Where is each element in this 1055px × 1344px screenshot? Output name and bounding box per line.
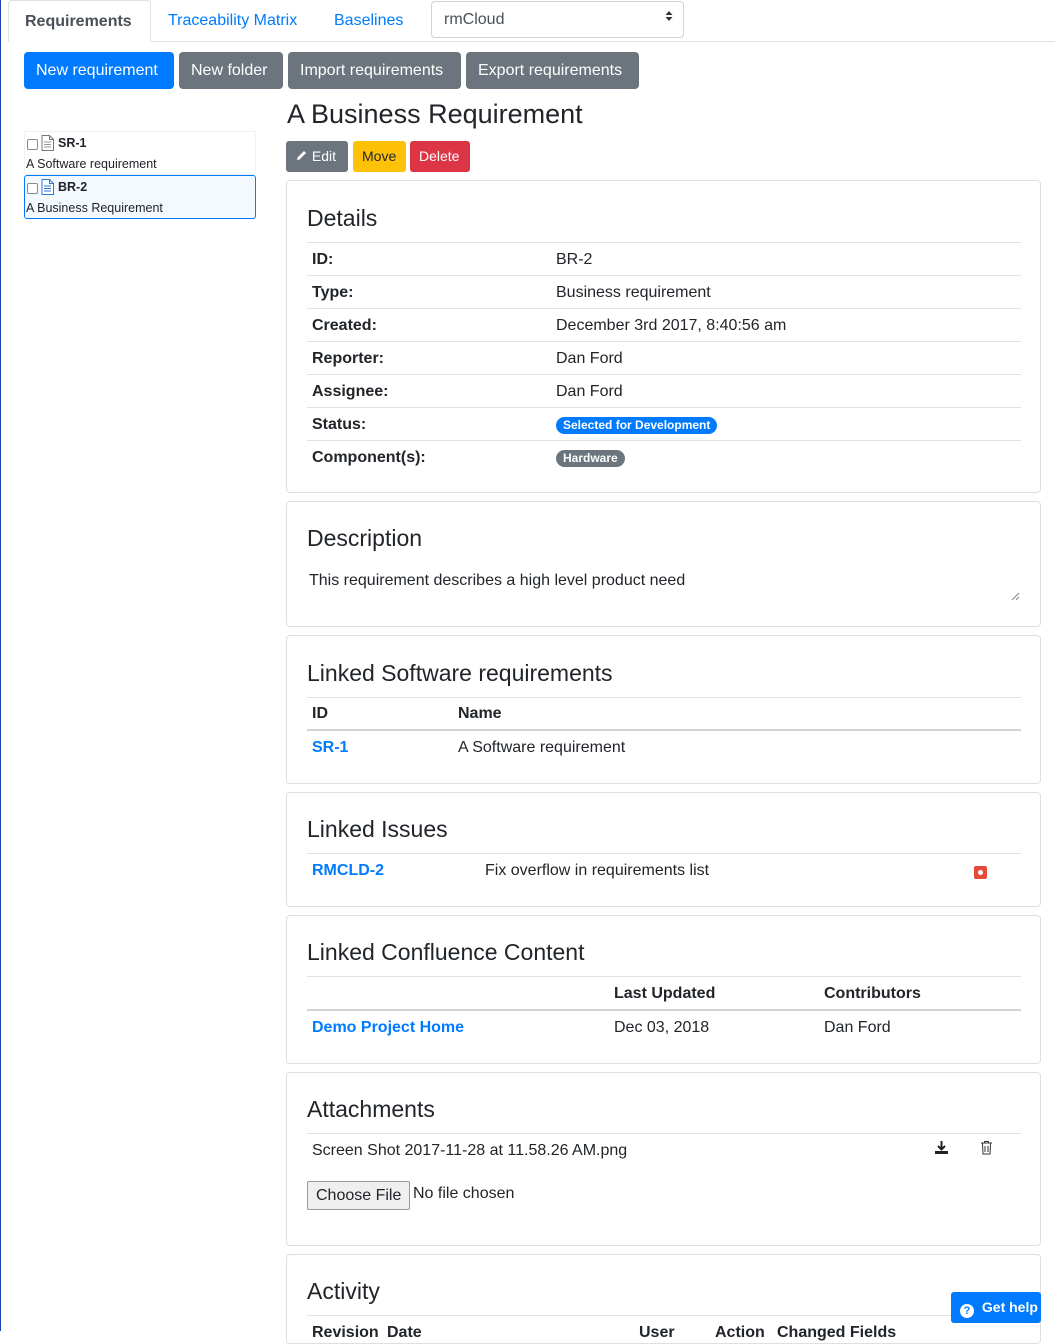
tree-item-checkbox[interactable] [27,139,38,150]
detail-value-type: Business requirement [556,284,711,301]
divider [307,697,1021,698]
description-textarea[interactable]: This requirement describes a high level … [309,572,685,590]
trash-icon[interactable] [980,1140,993,1160]
divider [307,374,1021,375]
tab-traceability-matrix[interactable]: Traceability Matrix [152,0,313,42]
activity-heading: Activity [307,1278,380,1304]
linked-confluence-heading: Linked Confluence Content [307,939,585,965]
get-help-button[interactable]: ? Get help [951,1292,1041,1323]
linked-confluence-card: Linked Confluence Content Last Updated C… [286,915,1041,1064]
confluence-contributors: Dan Ford [824,1019,891,1036]
linked-issues-card: Linked Issues RMCLD-2 Fix overflow in re… [286,792,1041,907]
attachments-heading: Attachments [307,1096,435,1122]
divider [307,440,1021,441]
status-badge: Selected for Development [556,417,718,434]
details-card: Details ID: BR-2 Type: Business requirem… [286,180,1041,493]
page-title: A Business Requirement [287,99,583,129]
new-folder-button[interactable]: New folder [179,52,283,89]
divider [307,1315,1021,1316]
download-icon[interactable] [934,1140,949,1160]
divider [307,275,1021,276]
export-requirements-button[interactable]: Export requirements [466,52,639,89]
detail-label-components: Component(s): [312,449,426,466]
issue-link[interactable]: RMCLD-2 [312,862,384,880]
tree-item-id: SR-1 [58,136,87,150]
divider [307,308,1021,309]
confluence-last-updated: Dec 03, 2018 [614,1019,710,1036]
resize-grip-icon[interactable] [1010,588,1020,601]
attachment-file-name: Screen Shot 2017-11-28 at 11.58.26 AM.pn… [312,1142,628,1159]
tree-item-name: A Software requirement [26,157,157,171]
tree-item-checkbox[interactable] [27,183,38,194]
divider [307,1009,1021,1011]
jira-issue-icon[interactable] [974,866,987,884]
tree-item-sr-1[interactable]: SR-1 A Software requirement [24,131,256,175]
column-header-action: Action [715,1324,765,1341]
detail-label-type: Type: [312,284,354,301]
confluence-page-link[interactable]: Demo Project Home [312,1019,464,1037]
detail-value-assignee: Dan Ford [556,383,623,400]
detail-label-created: Created: [312,317,377,334]
divider [307,976,1021,977]
description-card: Description This requirement describes a… [286,501,1041,627]
tab-baselines[interactable]: Baselines [318,0,419,42]
column-header-date: Date [387,1324,422,1341]
tree-item-name: A Business Requirement [26,201,163,215]
move-button[interactable]: Move [353,141,406,172]
no-file-chosen-text: No file chosen [413,1185,515,1202]
linked-software-heading: Linked Software requirements [307,660,613,686]
detail-label-status: Status: [312,416,367,433]
edit-button-label: Edit [311,148,337,164]
delete-button[interactable]: Delete [410,141,470,172]
pencil-icon [295,148,308,164]
question-circle-icon: ? [960,1304,974,1318]
detail-value-created: December 3rd 2017, 8:40:56 am [556,317,787,334]
window-edge [0,0,1,1331]
linked-requirement-name: A Software requirement [458,739,626,756]
document-icon [41,135,54,151]
detail-value-reporter: Dan Ford [556,350,623,367]
divider [307,729,1021,731]
get-help-label: Get help [981,1299,1038,1315]
linked-issues-heading: Linked Issues [307,816,448,842]
edit-button[interactable]: Edit [286,141,348,172]
issue-summary: Fix overflow in requirements list [485,862,710,879]
divider [307,853,1021,854]
detail-label-id: ID: [312,251,334,268]
divider [307,242,1021,243]
tree-item-id: BR-2 [58,180,88,194]
choose-file-button[interactable]: Choose File [307,1181,411,1210]
column-header-user: User [639,1324,675,1341]
column-header-revision: Revision [312,1324,379,1341]
project-select-value: rmCloud [444,11,505,28]
sort-caret-icon [665,2,673,37]
column-header-changed-fields: Changed Fields [777,1324,897,1341]
divider [307,407,1021,408]
description-heading: Description [307,525,423,551]
new-requirement-button[interactable]: New requirement [24,52,174,89]
column-header-last-updated: Last Updated [614,985,716,1002]
project-select[interactable]: rmCloud [431,1,684,38]
linked-software-card: Linked Software requirements ID Name SR-… [286,635,1041,784]
detail-label-reporter: Reporter: [312,350,385,367]
tree-item-br-2[interactable]: BR-2 A Business Requirement [24,175,256,219]
linked-requirement-link[interactable]: SR-1 [312,739,348,757]
divider [307,1133,1021,1134]
tab-requirements[interactable]: Requirements [8,0,151,42]
document-icon [41,179,54,195]
component-badge: Hardware [556,450,625,467]
details-heading: Details [307,205,378,231]
column-header-name: Name [458,705,502,722]
import-requirements-button[interactable]: Import requirements [288,52,461,89]
divider [307,341,1021,342]
attachments-card: Attachments Screen Shot 2017-11-28 at 11… [286,1072,1041,1246]
column-header-id: ID [312,705,328,722]
detail-value-id: BR-2 [556,251,593,268]
column-header-contributors: Contributors [824,985,921,1002]
detail-label-assignee: Assignee: [312,383,389,400]
